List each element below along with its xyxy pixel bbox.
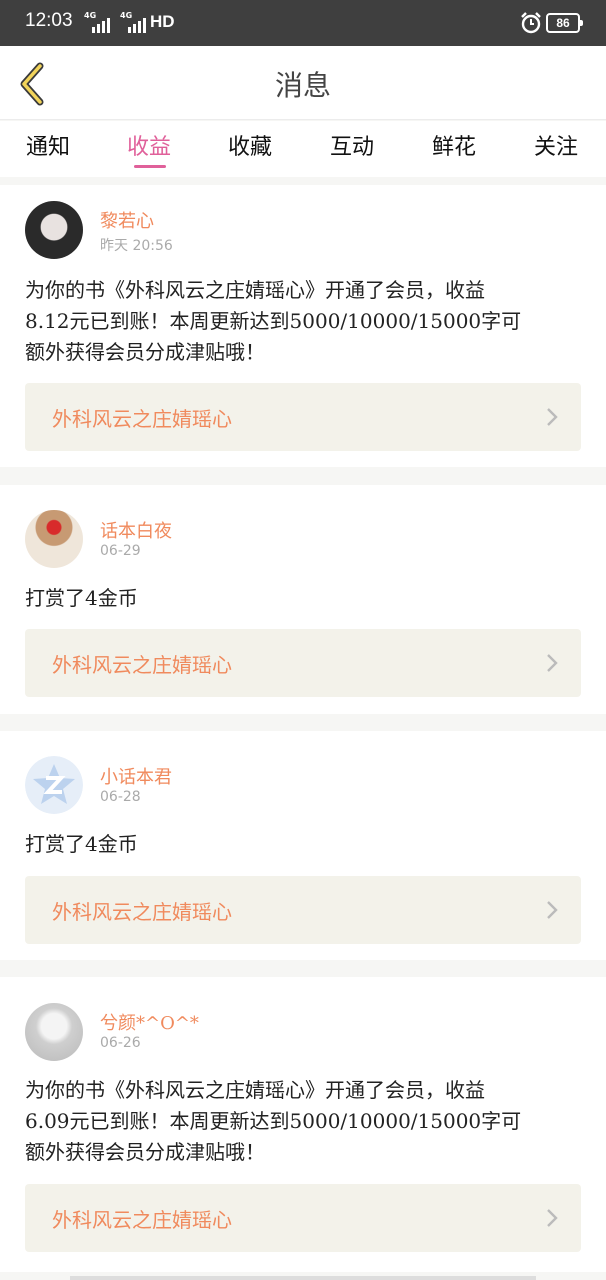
message-card: 话本白夜 06-29 打赏了4金币 外科风云之庄婧瑶心 — [0, 485, 606, 714]
message-date: 06-26 — [100, 1035, 141, 1051]
page-title: 消息 — [274, 69, 331, 102]
tab-earnings[interactable]: 收益 — [127, 129, 171, 161]
tab-favorites[interactable]: 收藏 — [228, 129, 272, 161]
chevron-right-icon — [547, 1209, 558, 1227]
message-text: 为你的书《外科风云之庄婧瑶心》开通了会员，收益 8.12元已到账！本周更新达到5… — [25, 278, 522, 364]
avatar[interactable] — [25, 201, 83, 259]
chevron-right-icon — [547, 654, 558, 672]
signal-icon: 4G — [84, 11, 114, 35]
tab-flowers[interactable]: 鲜花 — [432, 129, 476, 161]
status-time: 12:03 — [25, 10, 73, 31]
tab-interaction[interactable]: 互动 — [330, 129, 374, 161]
book-link[interactable]: 外科风云之庄婧瑶心 — [25, 876, 581, 944]
message-date: 昨天 20:56 — [100, 238, 173, 254]
message-card: 小话本君 06-28 打赏了4金币 外科风云之庄婧瑶心 — [0, 731, 606, 960]
message-text: 打赏了4金币 — [25, 832, 138, 856]
alarm-icon — [521, 12, 541, 34]
user-name[interactable]: 话本白夜 — [100, 517, 172, 543]
book-title: 外科风云之庄婧瑶心 — [52, 653, 232, 677]
tab-notice[interactable]: 通知 — [26, 129, 70, 161]
book-title: 外科风云之庄婧瑶心 — [52, 1208, 232, 1232]
tab-follow[interactable]: 关注 — [534, 129, 578, 161]
avatar[interactable] — [25, 1003, 83, 1061]
book-title: 外科风云之庄婧瑶心 — [52, 900, 232, 924]
book-link[interactable]: 外科风云之庄婧瑶心 — [25, 1184, 581, 1252]
chevron-right-icon — [547, 901, 558, 919]
message-card: 黎若心 昨天 20:56 为你的书《外科风云之庄婧瑶心》开通了会员，收益 8.1… — [0, 185, 606, 467]
battery-icon: 86 — [546, 13, 583, 33]
avatar[interactable] — [25, 756, 83, 814]
message-date: 06-28 — [100, 789, 141, 805]
message-card: 兮颜*^O^* 06-26 为你的书《外科风云之庄婧瑶心》开通了会员，收益 6.… — [0, 977, 606, 1272]
user-name[interactable]: 兮颜*^O^* — [100, 1009, 199, 1035]
message-text: 打赏了4金币 — [25, 586, 138, 610]
chevron-right-icon — [547, 408, 558, 426]
active-tab-indicator — [134, 165, 166, 168]
message-text: 为你的书《外科风云之庄婧瑶心》开通了会员，收益 6.09元已到账！本周更新达到5… — [25, 1078, 522, 1164]
tab-bar: 通知 收益 收藏 互动 鲜花 关注 — [0, 121, 606, 177]
signal-indicators: 4G 4G — [84, 11, 150, 35]
header-bar: 消息 — [0, 46, 606, 120]
message-date: 06-29 — [100, 543, 141, 559]
status-bar: 12:03 4G 4G HD 86 — [0, 0, 606, 46]
book-link[interactable]: 外科风云之庄婧瑶心 — [25, 383, 581, 451]
bottom-divider — [70, 1276, 536, 1280]
avatar[interactable] — [25, 510, 83, 568]
book-title: 外科风云之庄婧瑶心 — [52, 407, 232, 431]
book-link[interactable]: 外科风云之庄婧瑶心 — [25, 629, 581, 697]
user-name[interactable]: 黎若心 — [100, 207, 154, 233]
hd-indicator: HD — [150, 12, 175, 31]
signal-icon: 4G — [120, 11, 150, 35]
user-name[interactable]: 小话本君 — [100, 763, 172, 789]
